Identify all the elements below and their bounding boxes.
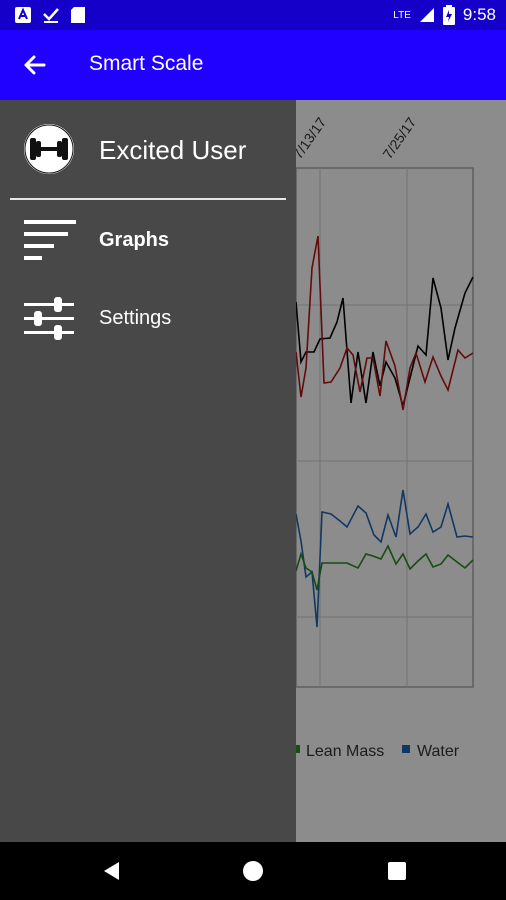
drawer-divider [10, 198, 286, 200]
sliders-icon [24, 297, 74, 340]
drawer-item-graphs[interactable]: Graphs [0, 210, 296, 270]
avatar [24, 124, 74, 174]
download-check-icon [43, 8, 59, 23]
drawer-item-label: Settings [99, 307, 172, 329]
app-title: Smart Scale [89, 52, 204, 75]
back-arrow-icon[interactable] [22, 52, 48, 78]
back-triangle-icon[interactable] [101, 860, 123, 882]
status-bar: LTE 9:58 [0, 0, 506, 30]
notification-a-icon [15, 7, 31, 23]
dumbbell-icon [24, 124, 74, 174]
network-type: LTE [393, 9, 411, 21]
sd-card-icon [71, 7, 85, 23]
home-circle-icon[interactable] [242, 860, 264, 882]
drawer-item-label: Graphs [99, 229, 170, 251]
graph-list-icon [24, 220, 76, 260]
app-bar: Smart Scale [0, 30, 506, 100]
drawer-item-settings[interactable]: Settings [0, 288, 296, 348]
navigation-drawer: Excited User Graphs Settings [0, 100, 296, 842]
signal-icon [419, 8, 434, 22]
system-navigation-bar [0, 842, 506, 900]
clock: 9:58 [462, 5, 496, 24]
drawer-header: Excited User [0, 100, 296, 198]
recent-square-icon[interactable] [386, 860, 408, 882]
user-name: Excited User [99, 135, 247, 165]
battery-icon [442, 5, 455, 25]
